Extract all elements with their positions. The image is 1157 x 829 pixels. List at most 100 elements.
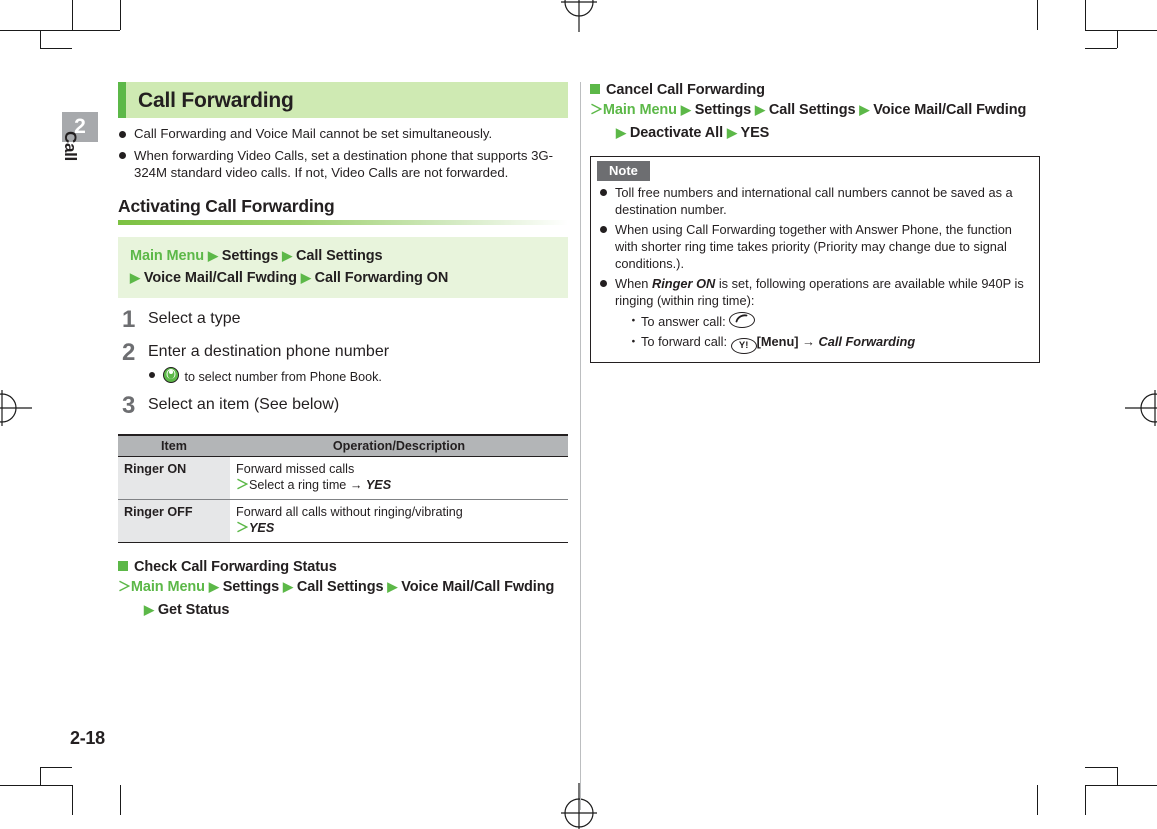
chevron-right-icon: ▶ [387, 578, 398, 594]
step-text: Enter a destination phone number [148, 342, 390, 360]
table-row: Ringer ON Forward missed calls ＞Select a… [118, 456, 568, 500]
intro-bullet-list: Call Forwarding and Voice Mail cannot be… [118, 125, 568, 182]
bullet-dot-icon [149, 371, 155, 378]
greater-than-marker-icon: ＞ [118, 578, 131, 594]
list-item-ringer: When Ringer ON is set, following operati… [599, 275, 1029, 354]
bullet-dot-icon [119, 130, 126, 138]
crop-mark-top-left-h [0, 30, 72, 31]
registration-mark-right [1125, 390, 1157, 426]
title-accent-bar [118, 82, 126, 118]
crop-mark-top-left-v3 [120, 0, 121, 30]
nav-item-label: Voice Mail/Call Fwding [143, 269, 297, 286]
middot-icon: ・ [627, 313, 640, 328]
nav-start-label: Main Menu [602, 102, 677, 118]
step-3: 3 Select an item (See below) [118, 393, 568, 418]
yahoo-key-icon: Y! [730, 338, 757, 354]
list-item: Call Forwarding and Voice Mail cannot be… [118, 125, 568, 143]
table-header-row: Item Operation/Description [118, 434, 568, 457]
crop-mark-top-right-v1 [1085, 0, 1086, 30]
nav-path-line-2: ▶ Voice Mail/Call Fwding ▶ Call Forwardi… [130, 267, 556, 289]
crop-mark-bottom-right-h [1085, 785, 1157, 786]
list-item: When using Call Forwarding together with… [599, 221, 1029, 272]
note-sub-item-answer: ・ To answer call: [625, 312, 1029, 330]
subsection-rule [118, 219, 568, 225]
table-col-header-item: Item [118, 434, 230, 457]
bullet-dot-icon [600, 189, 607, 196]
registration-mark-bottom [561, 783, 597, 829]
table-desc-line-2: ＞YES [236, 520, 562, 537]
crop-mark-bottom-left-v2 [40, 767, 41, 785]
note-sub-emphasis: Call Forwarding [818, 334, 916, 349]
crop-mark-top-right-v3 [1037, 0, 1038, 30]
chevron-right-icon: ▶ [755, 102, 765, 117]
intro-bullet-text: Call Forwarding and Voice Mail cannot be… [134, 126, 493, 141]
step-1: 1 Select a type [118, 305, 568, 333]
chevron-right-icon: ▶ [282, 247, 293, 263]
crop-mark-top-left-v2 [40, 30, 41, 48]
status-path-indent: ▶ Get Status [118, 599, 568, 621]
arrow-right-icon: → [802, 334, 815, 349]
chevron-right-icon: ▶ [726, 125, 737, 140]
chevron-right-icon: ▶ [144, 601, 154, 617]
table-desc-line-1: Forward missed calls [236, 461, 355, 476]
step-number: 2 [122, 338, 136, 366]
nav-item-label: Call Settings [768, 102, 856, 118]
note-bullet-text: When using Call Forwarding together with… [615, 222, 1012, 271]
chevron-right-icon: ▶ [859, 102, 870, 117]
crop-mark-bottom-left-v3 [120, 785, 121, 815]
right-column: Cancel Call Forwarding ＞Main Menu ▶ Sett… [590, 82, 1040, 363]
phonebook-key-icon [163, 366, 179, 383]
note-sub-label: To forward call: [641, 334, 731, 349]
table-cell-item: Ringer ON [118, 456, 230, 500]
left-column: Call Forwarding Call Forwarding and Voic… [118, 82, 568, 621]
crop-mark-bottom-right-v3 [1037, 785, 1038, 815]
table-desc-emphasis: YES [249, 521, 275, 535]
table-desc-line-2: ＞Select a ring time → YES [236, 477, 562, 494]
step-text: Select a type [148, 309, 241, 327]
step-number: 1 [122, 305, 136, 333]
table-desc-line-1: Forward all calls without ringing/vibrat… [236, 504, 463, 519]
nav-item-label: Settings [221, 247, 279, 264]
crop-mark-top-right-v2 [1117, 30, 1118, 48]
square-bullet-icon [118, 560, 128, 571]
note-bullet-list: Toll free numbers and international call… [599, 184, 1029, 354]
list-item: When forwarding Video Calls, set a desti… [118, 147, 568, 182]
nav-start-label: Main Menu [130, 578, 205, 595]
chapter-label: Call [61, 131, 80, 161]
crop-mark-bottom-left-h [0, 785, 72, 786]
nav-item-label: Call Settings [295, 247, 383, 264]
list-item: to select number from Phone Book. [148, 366, 568, 385]
nav-path-line-1: Main Menu ▶ Settings ▶ Call Settings [130, 245, 556, 267]
table-head: Item Operation/Description [118, 434, 568, 457]
middot-icon: ・ [627, 334, 640, 349]
table-cell-description: Forward missed calls ＞Select a ring time… [230, 456, 568, 500]
nav-item-label: YES [740, 125, 770, 141]
nav-item-label: Call Forwarding ON [314, 269, 449, 286]
step-text: Select an item (See below) [148, 395, 340, 413]
note-ringer-emphasis: Ringer ON [652, 276, 716, 291]
bullet-dot-icon [600, 280, 607, 287]
table-row: Ringer OFF Forward all calls without rin… [118, 499, 568, 543]
crop-mark-top-left-h2 [40, 48, 72, 49]
nav-item-label: Voice Mail/Call Fwding [401, 578, 555, 595]
crop-mark-bottom-left-v1 [72, 785, 73, 815]
step-body: Enter a destination phone number to sele… [148, 341, 568, 385]
chevron-right-icon: ▶ [300, 269, 311, 285]
greater-than-marker-icon: ＞ [236, 477, 250, 492]
chapter-tab: 2 Call [61, 112, 98, 192]
chevron-right-icon: ▶ [680, 102, 691, 117]
note-menu-label: [Menu] [756, 334, 799, 349]
table-desc-emphasis: YES [365, 478, 392, 492]
intro-bullet-text: When forwarding Video Calls, set a desti… [134, 147, 554, 181]
crop-mark-top-right-h [1085, 30, 1157, 31]
table-cell-item: Ringer OFF [118, 499, 230, 543]
cancel-path-indent: ▶ Deactivate All ▶ YES [590, 122, 1040, 144]
chevron-right-icon: ▶ [207, 247, 218, 263]
crop-mark-bottom-left-h2 [40, 767, 72, 768]
square-bullet-icon [590, 84, 600, 94]
nav-start-label: Main Menu [130, 247, 205, 264]
nav-item-label: Get Status [157, 601, 230, 618]
status-path-line-2: ▶ Get Status [118, 599, 568, 621]
cancel-path-line-1: ＞Main Menu ▶ Settings ▶ Call Settings ▶ … [590, 99, 1040, 121]
table-col-header-operation: Operation/Description [230, 434, 568, 457]
